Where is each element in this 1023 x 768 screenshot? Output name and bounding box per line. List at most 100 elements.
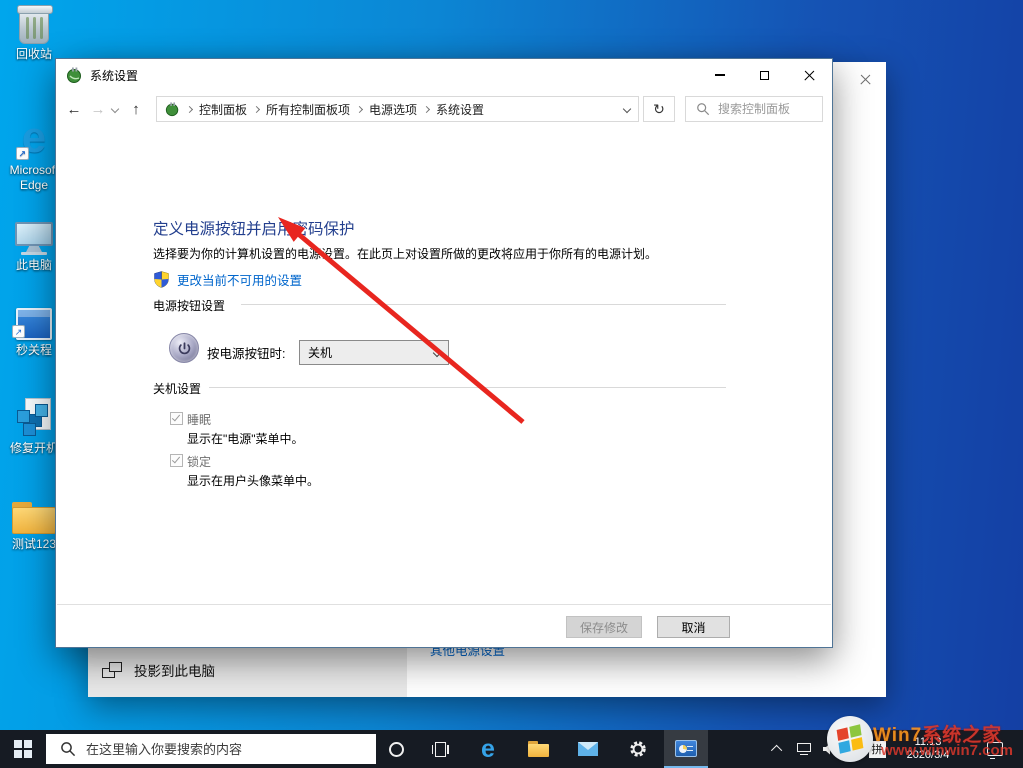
icon-label: 秒关程 bbox=[16, 343, 52, 358]
footer-divider bbox=[57, 604, 831, 605]
taskbar-settings[interactable] bbox=[616, 730, 660, 768]
project-screens-icon bbox=[102, 662, 122, 678]
icon-label: 修复开机 bbox=[10, 441, 58, 456]
taskbar-edge[interactable]: e bbox=[466, 730, 510, 768]
chevron-down-icon bbox=[433, 348, 441, 356]
registry-file-icon bbox=[15, 398, 53, 438]
taskbar-file-explorer[interactable] bbox=[516, 730, 560, 768]
sleep-checkbox[interactable] bbox=[170, 412, 183, 425]
power-button-row-label: 按电源按钮时: bbox=[207, 343, 285, 362]
clock-time: 11:13 bbox=[907, 736, 950, 749]
close-icon bbox=[860, 74, 871, 85]
ime-mode-icon: 拼 bbox=[869, 741, 886, 758]
section-divider bbox=[241, 304, 726, 305]
taskbar-search[interactable] bbox=[46, 734, 376, 764]
settings-close-button[interactable] bbox=[852, 68, 878, 90]
page-description: 选择要为你的计算机设置的电源设置。在此页上对设置所做的更改将应用于你所有的电源计… bbox=[153, 245, 657, 262]
admin-link-label: 更改当前不可用的设置 bbox=[177, 270, 302, 289]
close-icon bbox=[804, 70, 815, 81]
sleep-label: 睡眠 bbox=[187, 411, 211, 428]
close-button[interactable] bbox=[787, 59, 832, 91]
sidebar-item-project-to-pc[interactable]: 投影到此电脑 bbox=[102, 660, 215, 680]
tray-show-hidden-icons[interactable] bbox=[766, 730, 790, 768]
shortcut-arrow-icon: ↗ bbox=[16, 147, 29, 160]
tray-volume[interactable] bbox=[818, 730, 842, 768]
title-bar: 系统设置 bbox=[56, 59, 832, 91]
history-chevron-icon[interactable] bbox=[111, 105, 119, 113]
shortcut-arrow-icon: ↗ bbox=[12, 325, 25, 338]
breadcrumb-separator-icon bbox=[186, 105, 193, 112]
icon-label: 此电脑 bbox=[16, 258, 52, 273]
speaker-icon bbox=[822, 742, 838, 756]
folder-icon bbox=[12, 502, 56, 534]
breadcrumb-separator-icon bbox=[253, 105, 260, 112]
tray-ime-mode[interactable]: 拼 bbox=[866, 730, 888, 768]
chevron-up-icon bbox=[771, 745, 782, 756]
cancel-button[interactable]: 取消 bbox=[657, 616, 730, 638]
power-plug-icon bbox=[66, 67, 83, 84]
power-plug-icon bbox=[165, 102, 180, 117]
minimize-button[interactable] bbox=[697, 59, 742, 91]
desktop-icon-recycle-bin[interactable]: 回收站 bbox=[2, 8, 66, 62]
breadcrumb-separator-icon bbox=[356, 105, 363, 112]
change-unavailable-settings-link[interactable]: 更改当前不可用的设置 bbox=[154, 270, 302, 289]
mail-icon bbox=[578, 742, 598, 756]
sleep-description: 显示在"电源"菜单中。 bbox=[187, 430, 304, 447]
address-dropdown-icon[interactable] bbox=[623, 105, 631, 113]
up-button[interactable]: ↑ bbox=[124, 101, 148, 118]
gear-icon bbox=[628, 739, 648, 759]
shutdown-section-title: 关机设置 bbox=[153, 380, 201, 397]
taskbar-search-input[interactable] bbox=[86, 742, 376, 757]
start-button[interactable] bbox=[0, 730, 46, 768]
refresh-button[interactable]: ↻ bbox=[643, 96, 675, 122]
cortana-button[interactable] bbox=[376, 730, 416, 768]
windows-logo-icon bbox=[14, 740, 32, 758]
icon-label: 测试123 bbox=[12, 537, 56, 552]
lock-description: 显示在用户头像菜单中。 bbox=[187, 472, 319, 489]
taskbar-mail[interactable] bbox=[566, 730, 610, 768]
save-changes-button[interactable]: 保存修改 bbox=[566, 616, 642, 638]
window-title: 系统设置 bbox=[90, 67, 138, 84]
task-view-button[interactable] bbox=[420, 730, 460, 768]
tray-action-center[interactable] bbox=[978, 730, 1012, 768]
tray-ime-language[interactable]: 英 bbox=[842, 730, 864, 768]
maximize-button[interactable] bbox=[742, 59, 787, 91]
forward-button[interactable]: → bbox=[86, 101, 110, 118]
tray-clock[interactable]: 11:13 2020/3/4 bbox=[890, 730, 966, 768]
app-window-icon: ↗ bbox=[16, 308, 52, 340]
checkmark-icon bbox=[172, 413, 180, 422]
search-input[interactable] bbox=[718, 102, 814, 116]
folder-icon bbox=[528, 741, 549, 757]
checkmark-icon bbox=[172, 455, 180, 464]
taskbar-power-options-active[interactable] bbox=[664, 730, 708, 768]
breadcrumb-control-panel[interactable]: 控制面板 bbox=[199, 101, 247, 118]
taskbar: e 英 拼 bbox=[0, 730, 1023, 768]
power-action-dropdown[interactable]: 关机 bbox=[299, 340, 449, 365]
sidebar-item-label: 投影到此电脑 bbox=[134, 660, 215, 680]
power-options-window-icon bbox=[675, 740, 697, 757]
section-divider bbox=[209, 387, 726, 388]
control-panel-search[interactable] bbox=[685, 96, 823, 122]
tray-network[interactable] bbox=[792, 730, 818, 768]
network-icon bbox=[797, 743, 813, 755]
minimize-icon bbox=[715, 74, 725, 75]
lock-checkbox[interactable] bbox=[170, 454, 183, 467]
task-view-icon bbox=[432, 742, 449, 757]
edge-icon: e↗ bbox=[22, 116, 46, 160]
breadcrumb-system-settings[interactable]: 系统设置 bbox=[436, 101, 484, 118]
cortana-icon bbox=[389, 742, 404, 757]
this-pc-icon bbox=[15, 222, 53, 255]
recycle-bin-icon bbox=[19, 8, 49, 44]
uac-shield-icon bbox=[154, 271, 169, 288]
breadcrumb-separator-icon bbox=[423, 105, 430, 112]
breadcrumb-power-options[interactable]: 电源选项 bbox=[369, 101, 417, 118]
address-bar[interactable]: 控制面板 所有控制面板项 电源选项 系统设置 bbox=[156, 96, 639, 122]
breadcrumb-all-items[interactable]: 所有控制面板项 bbox=[266, 101, 350, 118]
notification-icon bbox=[987, 742, 1003, 756]
icon-label: 回收站 bbox=[16, 47, 52, 62]
system-settings-window: 系统设置 ← → ↑ 控制面板 所有控制面板项 bbox=[55, 58, 833, 648]
edge-icon: e bbox=[481, 737, 495, 762]
back-button[interactable]: ← bbox=[62, 101, 86, 118]
dropdown-selected-value: 关机 bbox=[308, 344, 332, 361]
search-icon bbox=[60, 741, 76, 757]
